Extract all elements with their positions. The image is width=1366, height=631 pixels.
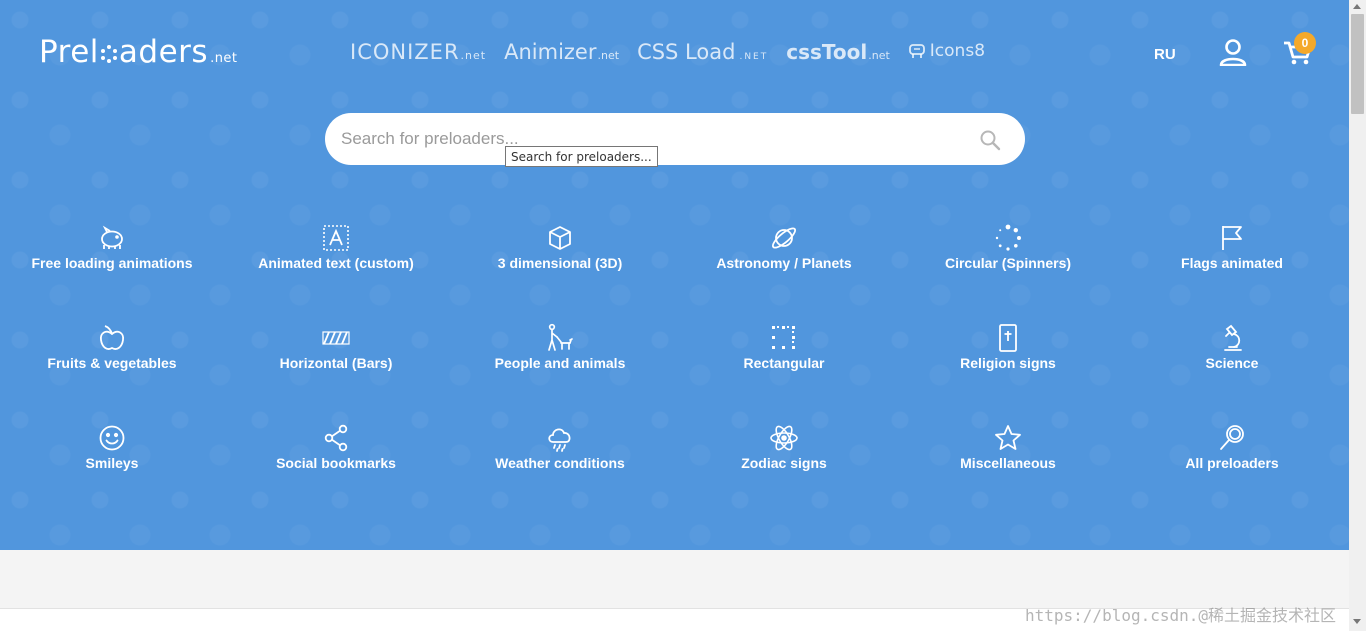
category-label: 3 dimensional (3D) (497, 255, 623, 271)
category-label: Astronomy / Planets (716, 255, 852, 271)
cube-icon (549, 226, 571, 250)
category-label: Social bookmarks (276, 455, 396, 471)
category-label: Fruits & vegetables (47, 355, 177, 371)
partner-animizer-suffix: .net (597, 49, 620, 62)
category-label: All preloaders (1185, 455, 1279, 471)
person-dog-icon (548, 323, 573, 351)
partner-csstool-name: cssTool (786, 40, 868, 64)
category-weather[interactable]: Weather conditions (448, 423, 672, 471)
bible-icon (999, 324, 1017, 352)
category-label: Zodiac signs (741, 455, 827, 471)
partner-iconizer-link[interactable]: ICONIZER .net (350, 40, 486, 64)
category-label: Circular (Spinners) (944, 255, 1072, 271)
share-icon (324, 424, 348, 452)
microscope-icon (1224, 324, 1242, 351)
scroll-up-arrow-icon[interactable] (1353, 4, 1361, 9)
cloud-rain-icon (548, 428, 571, 452)
category-label: Science (1205, 355, 1259, 371)
category-fruits[interactable]: Fruits & vegetables (0, 323, 224, 371)
category-label: Rectangular (743, 355, 825, 371)
category-free-loading-animations[interactable]: Free loading animations (0, 223, 224, 271)
category-all-preloaders[interactable]: All preloaders (1120, 423, 1344, 471)
category-zodiac[interactable]: Zodiac signs (672, 423, 896, 471)
icons8-logo-icon (908, 44, 925, 58)
partner-icons8-name: Icons8 (929, 41, 986, 61)
category-label: Animated text (custom) (258, 255, 414, 271)
site-logo[interactable]: Prel aders .net (39, 34, 238, 70)
category-people-animals[interactable]: People and animals (448, 323, 672, 371)
category-label: Religion signs (960, 355, 1056, 371)
flag-icon (1222, 226, 1242, 250)
partner-links: ICONIZER .net Animizer .net CSS Load .NE… (350, 40, 1003, 64)
category-horizontal-bars[interactable]: Horizontal (Bars) (224, 323, 448, 371)
search-tooltip: Search for preloaders... (505, 146, 658, 167)
logo-text-pre: Prel (39, 34, 99, 70)
category-rectangular[interactable]: Rectangular (672, 323, 896, 371)
apple-icon (100, 325, 124, 350)
category-science[interactable]: Science (1120, 323, 1344, 371)
logo-suffix: .net (210, 51, 238, 66)
logo-text-post: aders (118, 34, 209, 70)
partner-iconizer-suffix: .net (460, 49, 487, 62)
atom-icon (770, 425, 798, 451)
spinner-icon (995, 224, 1021, 251)
category-label: Flags animated (1181, 255, 1283, 271)
partner-csstool-suffix: .net (868, 49, 890, 62)
piggy-bank-icon (101, 225, 123, 249)
logo-spinner-icon (100, 40, 118, 63)
scroll-down-arrow-icon[interactable] (1353, 619, 1361, 624)
text-frame-icon (323, 225, 349, 251)
magnifier-icon (1220, 425, 1244, 450)
category-flags[interactable]: Flags animated (1120, 223, 1344, 271)
partner-animizer-name: Animizer (504, 40, 597, 64)
category-label: People and animals (494, 355, 626, 371)
star-icon (995, 425, 1021, 450)
user-account-icon[interactable] (1219, 38, 1247, 66)
category-3d[interactable]: 3 dimensional (3D) (448, 223, 672, 271)
planet-icon (771, 227, 797, 249)
partner-iconizer-name: ICONIZER (350, 40, 460, 64)
hero-section: Prel aders .net ICONIZER .net Animizer .… (0, 0, 1349, 550)
partner-cssload-suffix: .NET (739, 52, 769, 62)
partner-cssload-name: CSS Load (637, 40, 736, 64)
content-band (0, 550, 1349, 608)
partner-icons8-link[interactable]: Icons8 (908, 41, 985, 61)
category-miscellaneous[interactable]: Miscellaneous (896, 423, 1120, 471)
category-label: Weather conditions (495, 455, 625, 471)
vertical-scrollbar[interactable] (1349, 0, 1366, 631)
category-astronomy[interactable]: Astronomy / Planets (672, 223, 896, 271)
category-label: Smileys (85, 455, 139, 471)
category-label: Horizontal (Bars) (279, 355, 393, 371)
partner-animizer-link[interactable]: Animizer .net (504, 40, 619, 64)
watermark: https://blog.csdn.@稀土掘金技术社区 (1025, 606, 1337, 625)
category-animated-text[interactable]: Animated text (custom) (224, 223, 448, 271)
cart-count-badge: 0 (1294, 32, 1316, 54)
scroll-thumb[interactable] (1351, 14, 1364, 114)
category-label: Miscellaneous (960, 455, 1056, 471)
search-bar (325, 113, 1025, 165)
language-switch[interactable]: RU (1154, 46, 1176, 63)
dotted-square-icon (772, 326, 795, 349)
smiley-icon (99, 425, 125, 451)
bars-icon (322, 331, 350, 345)
partner-csstool-link[interactable]: cssTool .net (786, 40, 890, 64)
search-icon[interactable] (979, 129, 1001, 151)
category-smileys[interactable]: Smileys (0, 423, 224, 471)
category-social-bookmarks[interactable]: Social bookmarks (224, 423, 448, 471)
category-religion[interactable]: Religion signs (896, 323, 1120, 371)
category-circular[interactable]: Circular (Spinners) (896, 223, 1120, 271)
category-label: Free loading animations (31, 255, 193, 271)
partner-cssload-link[interactable]: CSS Load .NET (637, 40, 768, 64)
